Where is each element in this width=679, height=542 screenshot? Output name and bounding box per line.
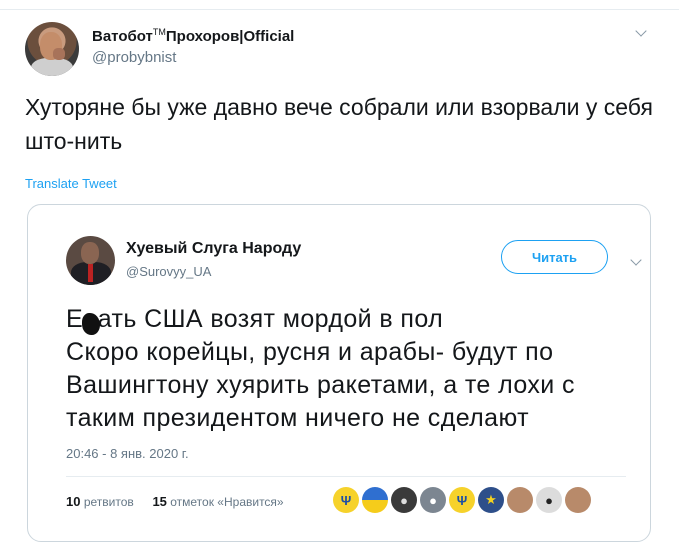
avatar-hand [53,48,65,60]
quoted-author-avatar[interactable] [66,236,115,285]
liker-avatar-trident-icon[interactable]: Ψ [449,487,475,513]
quoted-author-name[interactable]: Хуевый Слуга Народу [126,240,301,258]
avatar-head [81,242,99,264]
retweet-label[interactable]: ретвитов [84,495,134,509]
tweet-card: ВатоботTMПрохоров|Official @probybnist Х… [0,0,679,542]
translate-tweet-link[interactable]: Translate Tweet [25,176,117,191]
author-name-suffix: Прохоров|Official [165,28,295,45]
liker-avatar[interactable]: ● [391,487,417,513]
quoted-text-line: Скоро корейцы, русня и арабы- будут по [66,338,554,366]
retweet-count[interactable]: 10 [66,494,80,509]
liker-avatar[interactable] [507,487,533,513]
timestamp[interactable]: 20:46 - 8 янв. 2020 г. [66,446,189,461]
liker-avatar[interactable] [565,487,591,513]
like-count[interactable]: 15 [152,494,166,509]
author-avatar[interactable] [25,22,79,76]
follow-button[interactable]: Читать [501,240,608,274]
avatar-tie [88,264,93,282]
quoted-author-handle[interactable]: @Surovyy_UA [126,264,211,279]
author-name[interactable]: ВатоботTMПрохоров|Official [92,27,294,45]
liker-avatar[interactable]: ★ [478,487,504,513]
tweet-text: Хуторяне бы уже давно вече собрали или в… [25,94,653,154]
chevron-down-icon[interactable] [631,257,641,267]
engagement-stats: 10 ретвитов 15 отметок «Нравится» [66,494,284,509]
chevron-down-icon[interactable] [636,28,646,38]
liker-avatar-flag-icon[interactable] [362,487,388,513]
censor-blot-icon [82,313,100,335]
stats-divider [66,476,626,477]
avatar-shirt [31,58,73,76]
author-tm: TM [152,27,166,37]
liker-avatar[interactable]: ● [536,487,562,513]
quoted-text-line: Е ать США возят мордой в пол [66,305,444,333]
top-divider [0,9,679,10]
liker-avatar[interactable]: ● [420,487,446,513]
quoted-tweet-text: Е ать США возят мордой в пол Скоро корей… [66,303,646,435]
liker-avatars: Ψ ● ● Ψ ★ ● [333,487,591,515]
quoted-text-line: таким президентом ничего не сделают [66,404,529,432]
liker-avatar-trident-icon[interactable]: Ψ [333,487,359,513]
author-handle[interactable]: @probybnist [92,49,176,66]
quoted-text-line: Вашингтону хуярить ракетами, а те лохи с [66,371,575,399]
author-name-part: Ватобот [92,28,153,45]
like-label[interactable]: отметок «Нравится» [170,495,283,509]
